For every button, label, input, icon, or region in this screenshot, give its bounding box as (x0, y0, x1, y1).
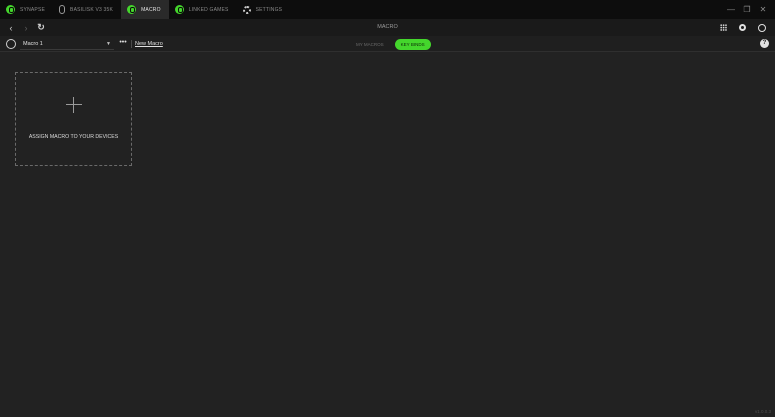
settings-button[interactable] (733, 19, 752, 36)
user-icon (757, 23, 766, 32)
key-binds-toggle[interactable]: KEY BINDS (394, 38, 431, 50)
forward-button[interactable]: › (19, 19, 33, 36)
macro-icon (127, 5, 137, 14)
app-tab-bar: SYNAPSE BASILISK V3 35K MACRO LINKED GAM… (0, 0, 775, 19)
chevron-down-icon: ▼ (106, 40, 111, 47)
plus-icon (66, 97, 82, 113)
games-icon (174, 5, 184, 14)
macro-toolbar: Macro 1 ▼ ••• New Macro MY MACROS KEY BI… (0, 36, 775, 52)
synapse-logo-icon (6, 5, 15, 14)
view-toggle: MY MACROS KEY BINDS (350, 38, 431, 50)
profile-icon (6, 39, 16, 49)
tab-label: SYNAPSE (20, 6, 46, 13)
tab-macro[interactable]: MACRO (121, 0, 169, 19)
divider (131, 40, 132, 48)
more-options-button[interactable]: ••• (118, 38, 128, 50)
tab-label: MACRO (141, 6, 161, 13)
my-macros-toggle[interactable]: MY MACROS (350, 39, 390, 50)
tab-synapse[interactable]: SYNAPSE (0, 0, 53, 19)
help-button[interactable]: ? (760, 39, 769, 48)
tab-label: SETTINGS (255, 6, 283, 13)
tab-device[interactable]: BASILISK V3 35K (53, 0, 121, 19)
refresh-button[interactable]: ↻ (34, 19, 48, 36)
minimize-button[interactable]: — (723, 0, 739, 19)
mouse-icon (59, 5, 66, 14)
tab-label: BASILISK V3 35K (70, 6, 114, 13)
device-grid-button[interactable] (714, 19, 733, 36)
account-button[interactable] (752, 19, 771, 36)
page-title: MACRO (377, 24, 398, 30)
window-controls: — ❐ ✕ (723, 0, 771, 19)
macro-select-dropdown[interactable]: Macro 1 ▼ (20, 38, 114, 50)
close-button[interactable]: ✕ (755, 0, 771, 19)
header-actions (714, 19, 771, 36)
settings-gear-icon (739, 24, 746, 31)
macro-select-value: Macro 1 (23, 40, 43, 47)
assign-macro-label: ASSIGN MACRO TO YOUR DEVICES (28, 134, 119, 140)
maximize-button[interactable]: ❐ (739, 0, 755, 19)
nav-bar: ‹ › ↻ MACRO (0, 19, 775, 36)
tab-settings[interactable]: SETTINGS (237, 0, 291, 19)
gear-icon (242, 5, 251, 14)
grid-icon (720, 24, 727, 31)
assign-macro-card[interactable]: ASSIGN MACRO TO YOUR DEVICES (15, 72, 132, 166)
back-button[interactable]: ‹ (4, 19, 18, 36)
new-macro-link[interactable]: New Macro (135, 38, 163, 50)
version-label: v1.0.0.3 (754, 409, 771, 414)
tab-linked-games[interactable]: LINKED GAMES (169, 0, 237, 19)
tab-label: LINKED GAMES (188, 6, 229, 13)
